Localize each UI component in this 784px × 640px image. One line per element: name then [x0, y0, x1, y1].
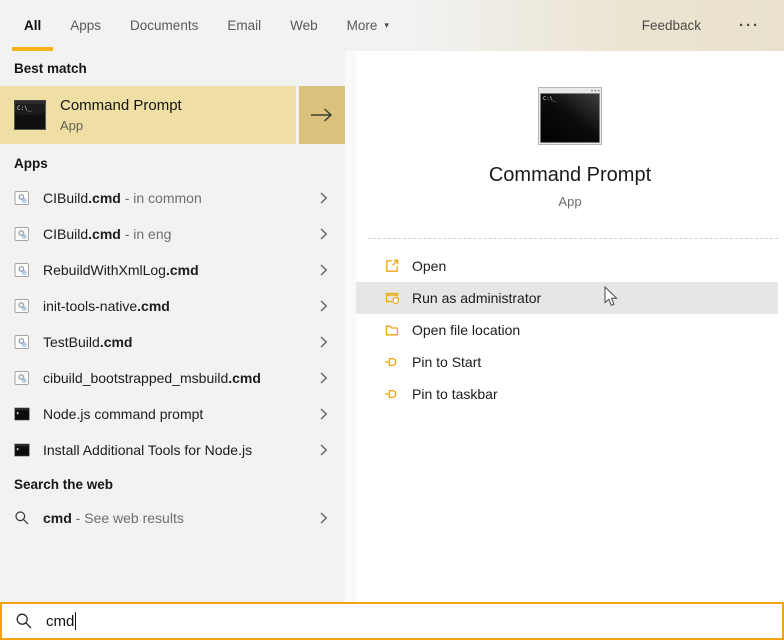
result-label: TestBuild.cmd [43, 334, 133, 350]
list-item[interactable]: init-tools-native.cmd [0, 288, 345, 324]
cmd-file-icon [14, 298, 30, 314]
result-label: RebuildWithXmlLog.cmd [43, 262, 199, 278]
cmd-file-icon [14, 190, 30, 206]
tab-apps[interactable]: Apps [58, 0, 113, 51]
result-label: Node.js command prompt [43, 406, 203, 422]
chevron-right-icon[interactable] [320, 372, 328, 384]
folder-icon [384, 322, 400, 338]
action-label: Open [412, 258, 446, 274]
more-options-icon[interactable]: ··· [739, 17, 760, 34]
action-pin-to-start[interactable]: Pin to Start [356, 346, 784, 378]
best-match-subtitle: App [60, 118, 182, 133]
chevron-right-icon[interactable] [320, 444, 328, 456]
best-match-title: Command Prompt [60, 97, 182, 114]
web-result-list: cmd - See web results [0, 500, 345, 536]
action-label: Pin to Start [412, 354, 481, 370]
terminal-icon [14, 406, 30, 422]
apps-result-list: CIBuild.cmd - in common CIBuild.cmd - in… [0, 180, 345, 468]
result-label: init-tools-native.cmd [43, 298, 170, 314]
results-panel: Best match C:\_ Command Prompt App Apps … [0, 51, 345, 602]
tab-more[interactable]: More ▾ [335, 0, 401, 51]
chevron-right-icon[interactable] [320, 228, 328, 240]
search-filter-bar: All Apps Documents Email Web More ▾ Feed… [0, 0, 784, 51]
preview-subtitle: App [356, 194, 784, 209]
chevron-right-icon[interactable] [320, 408, 328, 420]
list-item[interactable]: cibuild_bootstrapped_msbuild.cmd [0, 360, 345, 396]
best-match-expand-button[interactable] [299, 86, 345, 144]
action-run-as-administrator[interactable]: Run as administrator [356, 282, 778, 314]
header-right: Feedback ··· [642, 17, 760, 34]
result-label: CIBuild.cmd - in common [43, 190, 202, 206]
command-prompt-icon: C:\_ [14, 100, 46, 130]
svg-text:C:\_: C:\_ [543, 96, 557, 102]
tab-documents[interactable]: Documents [118, 0, 210, 51]
list-item[interactable]: CIBuild.cmd - in common [0, 180, 345, 216]
list-item[interactable]: RebuildWithXmlLog.cmd [0, 252, 345, 288]
result-label: Install Additional Tools for Node.js [43, 442, 252, 458]
chevron-right-icon[interactable] [320, 512, 328, 524]
divider [368, 238, 778, 239]
tab-all[interactable]: All [12, 0, 53, 51]
action-open-file-location[interactable]: Open file location [356, 314, 784, 346]
tab-web[interactable]: Web [278, 0, 330, 51]
context-actions: Open Run as administrator Open file loca… [356, 250, 784, 410]
feedback-button[interactable]: Feedback [642, 18, 701, 33]
terminal-icon [14, 442, 30, 458]
pin-icon [384, 354, 400, 370]
web-search-result[interactable]: cmd - See web results [0, 500, 345, 536]
section-header-best-match: Best match [14, 61, 87, 76]
filter-tabs: All Apps Documents Email Web More ▾ [12, 0, 401, 51]
result-label: CIBuild.cmd - in eng [43, 226, 171, 242]
section-header-apps: Apps [14, 156, 48, 171]
search-input[interactable]: cmd [0, 602, 784, 640]
action-label: Open file location [412, 322, 520, 338]
action-label: Pin to taskbar [412, 386, 498, 402]
action-pin-to-taskbar[interactable]: Pin to taskbar [356, 378, 784, 410]
chevron-right-icon[interactable] [320, 264, 328, 276]
chevron-down-icon: ▾ [384, 20, 389, 31]
svg-text:C:\_: C:\_ [17, 105, 32, 112]
action-open[interactable]: Open [356, 250, 784, 282]
action-label: Run as administrator [412, 290, 541, 306]
cmd-file-icon [14, 334, 30, 350]
chevron-right-icon[interactable] [320, 192, 328, 204]
arrow-right-icon [309, 107, 335, 123]
best-match-text: Command Prompt App [60, 97, 182, 133]
list-item[interactable]: Node.js command prompt [0, 396, 345, 432]
admin-shield-icon [384, 290, 400, 306]
result-label: cmd - See web results [43, 510, 184, 526]
result-label: cibuild_bootstrapped_msbuild.cmd [43, 370, 261, 386]
open-icon [384, 258, 400, 274]
chevron-right-icon[interactable] [320, 336, 328, 348]
section-header-web: Search the web [14, 477, 113, 492]
cmd-file-icon [14, 226, 30, 242]
mouse-cursor [604, 286, 619, 308]
command-prompt-icon-large: C:\_ [538, 87, 602, 145]
list-item[interactable]: CIBuild.cmd - in eng [0, 216, 345, 252]
best-match-result[interactable]: C:\_ Command Prompt App [0, 86, 296, 144]
preview-panel: C:\_ Command Prompt App Open [356, 51, 784, 602]
chevron-right-icon[interactable] [320, 300, 328, 312]
start-search-flyout: All Apps Documents Email Web More ▾ Feed… [0, 0, 784, 640]
list-item[interactable]: Install Additional Tools for Node.js [0, 432, 345, 468]
search-query-text: cmd [46, 613, 74, 630]
preview-title: Command Prompt [356, 164, 784, 187]
pin-icon [384, 386, 400, 402]
search-icon [14, 510, 30, 526]
tab-email[interactable]: Email [215, 0, 273, 51]
list-item[interactable]: TestBuild.cmd [0, 324, 345, 360]
scrollbar-gutter [345, 51, 356, 602]
cmd-file-icon [14, 262, 30, 278]
text-caret [75, 612, 76, 630]
cmd-file-icon [14, 370, 30, 386]
search-icon [15, 612, 33, 630]
